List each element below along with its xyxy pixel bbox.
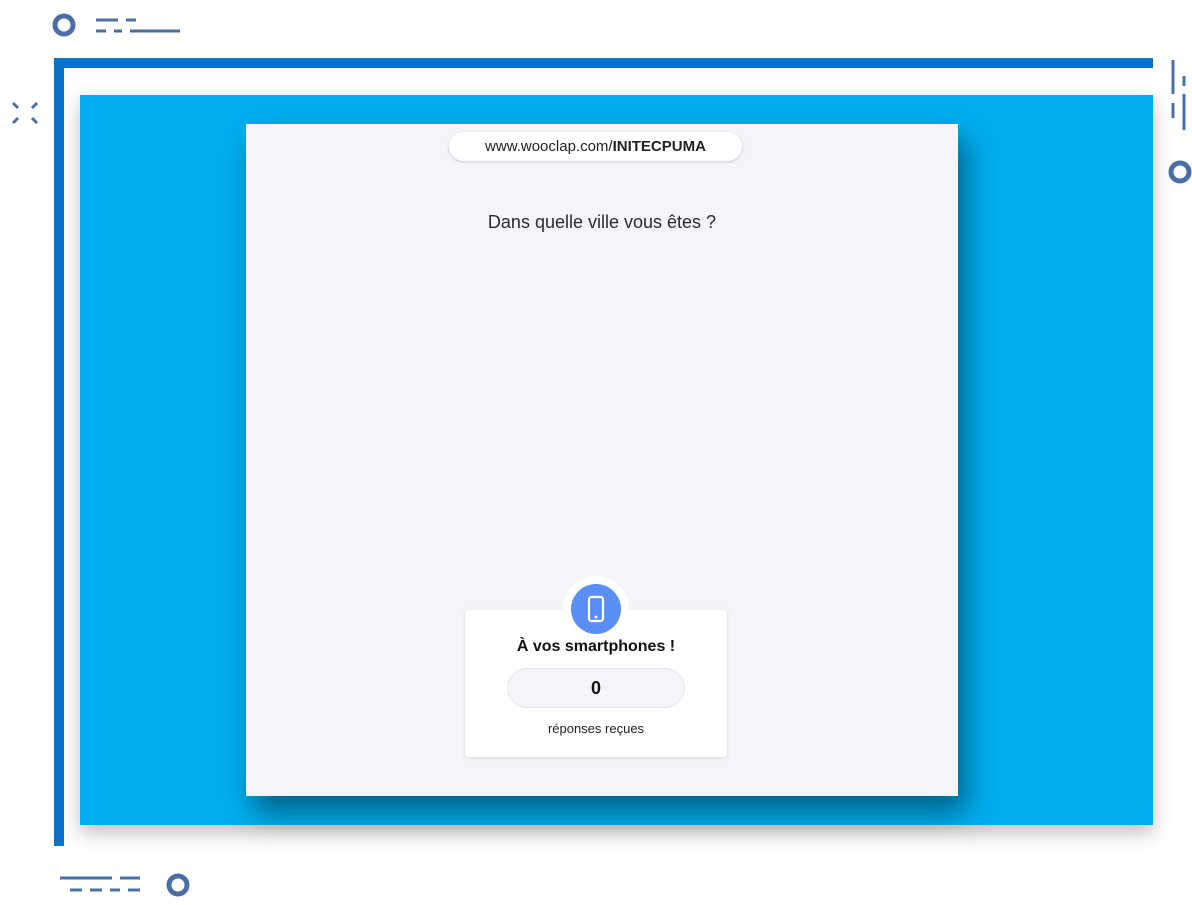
- response-count: 0: [507, 668, 685, 708]
- decorative-dashes-circle-bottom: [60, 873, 190, 897]
- decorative-vertical-lines: [1168, 60, 1192, 184]
- responses-label: réponses reçues: [547, 721, 645, 736]
- phone-badge-circle: [571, 584, 621, 634]
- join-url[interactable]: www.wooclap.com/INITECPUMA: [449, 132, 742, 161]
- question-slide: www.wooclap.com/INITECPUMA Dans quelle v…: [246, 124, 958, 796]
- responses-title: À vos smartphones !: [516, 638, 676, 655]
- decorative-x-marks: [11, 101, 39, 125]
- response-counter-panel: À vos smartphones ! 0 réponses reçues: [465, 576, 727, 757]
- phone-badge: [563, 576, 629, 642]
- frame-left-border: [54, 58, 64, 846]
- frame-top-border: [54, 58, 1153, 68]
- question-text: Dans quelle ville vous êtes ?: [487, 212, 717, 232]
- join-url-prefix: www.wooclap.com/: [485, 138, 613, 155]
- join-url-code: INITECPUMA: [612, 138, 706, 155]
- smartphone-icon: [587, 595, 605, 623]
- decorative-circle-dashes-top: [52, 13, 180, 37]
